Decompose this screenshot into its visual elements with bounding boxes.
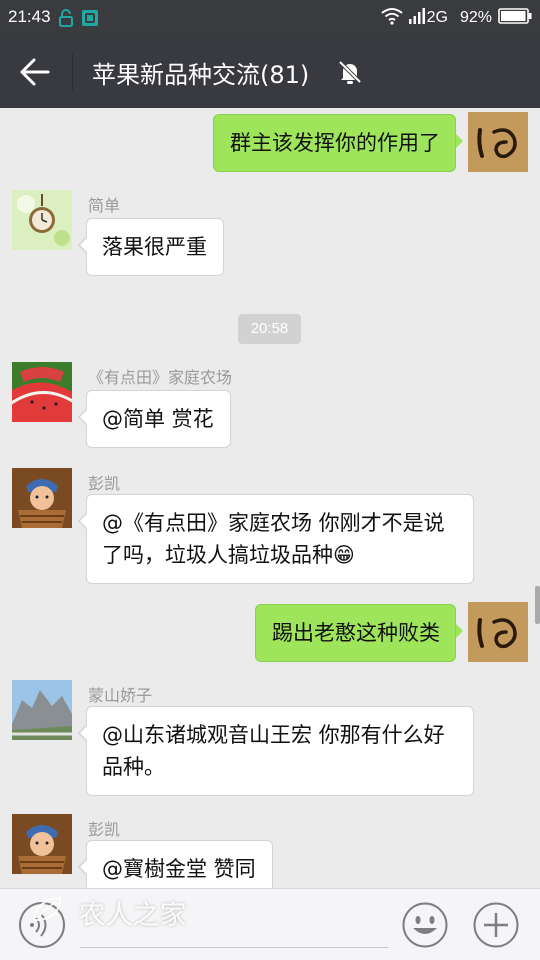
signal-icon xyxy=(408,7,425,29)
status-bar: 21:43 2G 92% xyxy=(0,0,540,36)
network-type: 2G xyxy=(426,9,448,26)
message-bubble[interactable]: @《有点田》家庭农场 你刚才不是说了吗，垃圾人搞垃圾品种😁 xyxy=(78,494,474,584)
scrollbar[interactable] xyxy=(535,586,540,624)
mute-bell-icon xyxy=(337,59,363,85)
message-list[interactable]: 群主该发挥你的作用了 简单 落果很严重 20:58 《有点田》家庭农场 @简单 … xyxy=(0,108,540,888)
message-bubble[interactable]: @山东诸城观音山王宏 你那有什么好品种。 xyxy=(78,706,474,796)
watermark: 农人之家 xyxy=(30,893,187,932)
chat-header: 苹果新品种交流(81) xyxy=(0,36,540,108)
mountain-avatar[interactable] xyxy=(12,680,72,740)
back-arrow-icon[interactable] xyxy=(18,56,54,88)
timestamp: 20:58 xyxy=(238,314,301,344)
status-time: 21:43 xyxy=(8,7,51,26)
battery-icon xyxy=(498,7,532,29)
sender-name: 彭凯 xyxy=(88,474,121,493)
message-bubble[interactable]: @简单 赏花 xyxy=(78,390,231,448)
calligraphy-avatar[interactable] xyxy=(468,112,528,172)
battery-percent: 92% xyxy=(459,9,492,26)
message-text: @《有点田》家庭农场 你刚才不是说了吗，垃圾人搞垃圾品种😁 xyxy=(102,511,445,567)
message-bubble[interactable]: 群主该发挥你的作用了 xyxy=(213,114,463,172)
chat-title: 苹果新品种交流(81) xyxy=(92,61,310,89)
message-text: @简单 赏花 xyxy=(102,407,214,431)
pocket-watch-avatar[interactable] xyxy=(12,190,72,250)
watermelon-avatar[interactable] xyxy=(12,362,72,422)
lock-icon xyxy=(58,9,74,31)
header-divider xyxy=(72,54,73,90)
message-input[interactable] xyxy=(80,947,388,948)
sender-name: 彭凯 xyxy=(88,820,121,839)
message-bubble[interactable]: 落果很严重 xyxy=(78,218,224,276)
sender-name: 《有点田》家庭农场 xyxy=(88,368,233,387)
watermark-text: 农人之家 xyxy=(78,900,187,931)
emoji-icon[interactable] xyxy=(402,902,448,948)
watermark-leaf-icon xyxy=(30,894,66,931)
message-bubble[interactable]: @寶樹金堂 赞同 xyxy=(78,840,273,888)
message-bubble[interactable]: 踢出老憨这种败类 xyxy=(255,604,463,662)
sender-name: 简单 xyxy=(88,196,121,215)
message-text: @寶樹金堂 赞同 xyxy=(102,857,256,881)
plus-icon[interactable] xyxy=(473,902,519,948)
message-text: 踢出老憨这种败类 xyxy=(272,621,440,645)
message-text: @山东诸城观音山王宏 你那有什么好品种。 xyxy=(102,723,445,779)
sender-name: 蒙山娇子 xyxy=(88,686,153,705)
message-text: 落果很严重 xyxy=(102,235,207,259)
baby-avatar[interactable] xyxy=(12,814,72,874)
message-text: 群主该发挥你的作用了 xyxy=(230,131,440,155)
baby-avatar[interactable] xyxy=(12,468,72,528)
wifi-icon xyxy=(381,7,403,30)
calligraphy-avatar[interactable] xyxy=(468,602,528,662)
screenshot-icon xyxy=(81,9,99,31)
